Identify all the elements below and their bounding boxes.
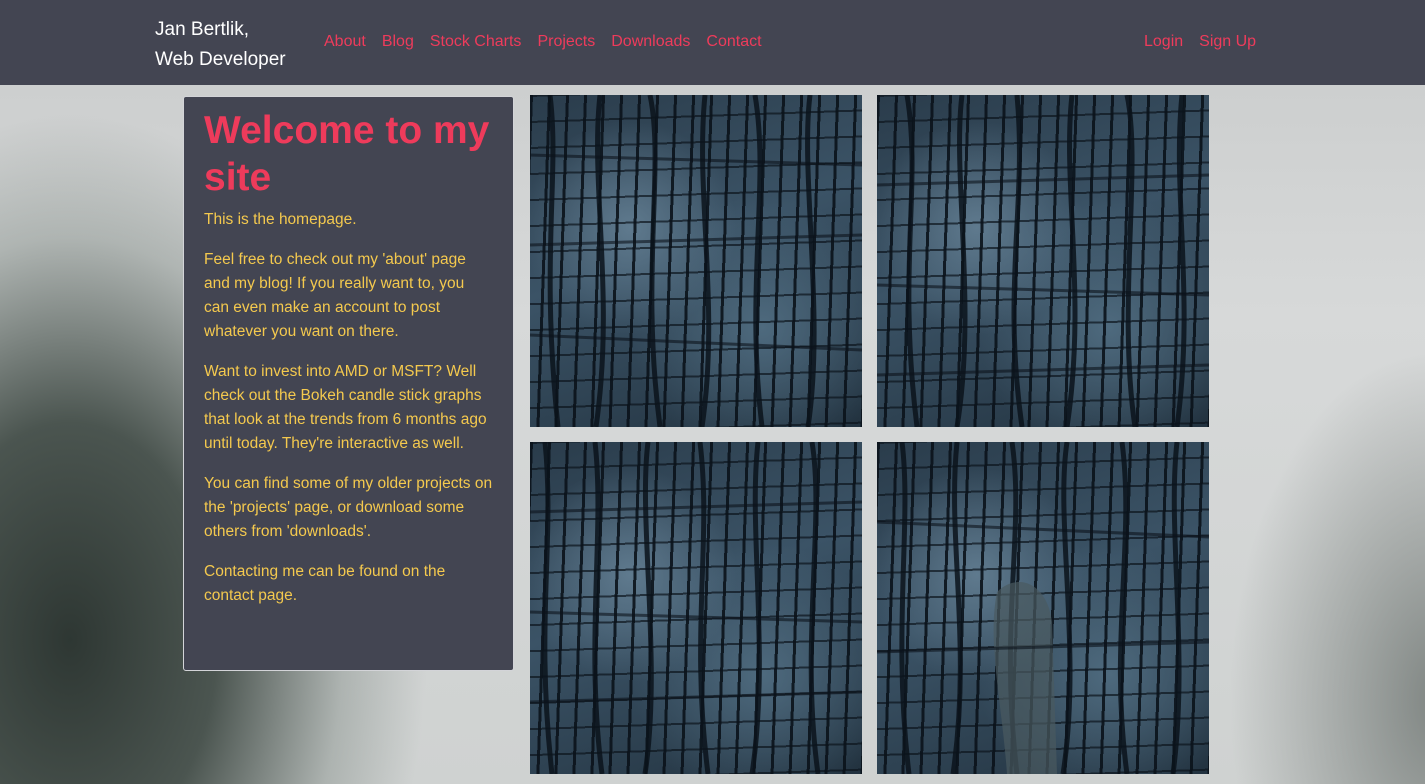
nav-link-about[interactable]: About bbox=[324, 31, 366, 53]
nav-link-blog[interactable]: Blog bbox=[382, 31, 414, 53]
bark-image-3 bbox=[530, 442, 862, 774]
welcome-paragraph: You can find some of my older projects o… bbox=[204, 475, 493, 540]
welcome-paragraph: Feel free to check out my 'about' page a… bbox=[204, 251, 466, 340]
welcome-title: Welcome to my site bbox=[204, 109, 490, 199]
nav-link-contact[interactable]: Contact bbox=[706, 31, 761, 53]
nav-link-projects[interactable]: Projects bbox=[537, 31, 595, 53]
site-brand[interactable]: Jan Bertlik, Web Developer bbox=[155, 15, 286, 75]
brand-tagline: Web Developer bbox=[155, 49, 286, 70]
welcome-panel: Welcome to my site This is the homepage.… bbox=[183, 96, 514, 671]
nav-link-downloads[interactable]: Downloads bbox=[611, 31, 690, 53]
brand-name: Jan Bertlik, bbox=[155, 19, 249, 40]
top-navbar: Jan Bertlik, Web Developer About Blog St… bbox=[0, 0, 1425, 85]
welcome-paragraph: Contacting me can be found on the contac… bbox=[204, 563, 446, 604]
main-nav: About Blog Stock Charts Projects Downloa… bbox=[324, 31, 778, 53]
nav-link-stock-charts[interactable]: Stock Charts bbox=[430, 31, 522, 53]
login-link[interactable]: Login bbox=[1144, 31, 1183, 53]
bark-image-4 bbox=[877, 442, 1209, 774]
bark-image-2 bbox=[877, 95, 1209, 427]
welcome-paragraph: This is the homepage. bbox=[204, 211, 357, 228]
welcome-paragraph: Want to invest into AMD or MSFT? Well ch… bbox=[204, 363, 487, 452]
signup-link[interactable]: Sign Up bbox=[1199, 31, 1256, 53]
bark-image-1 bbox=[530, 95, 862, 427]
auth-nav: Login Sign Up bbox=[1144, 31, 1272, 53]
